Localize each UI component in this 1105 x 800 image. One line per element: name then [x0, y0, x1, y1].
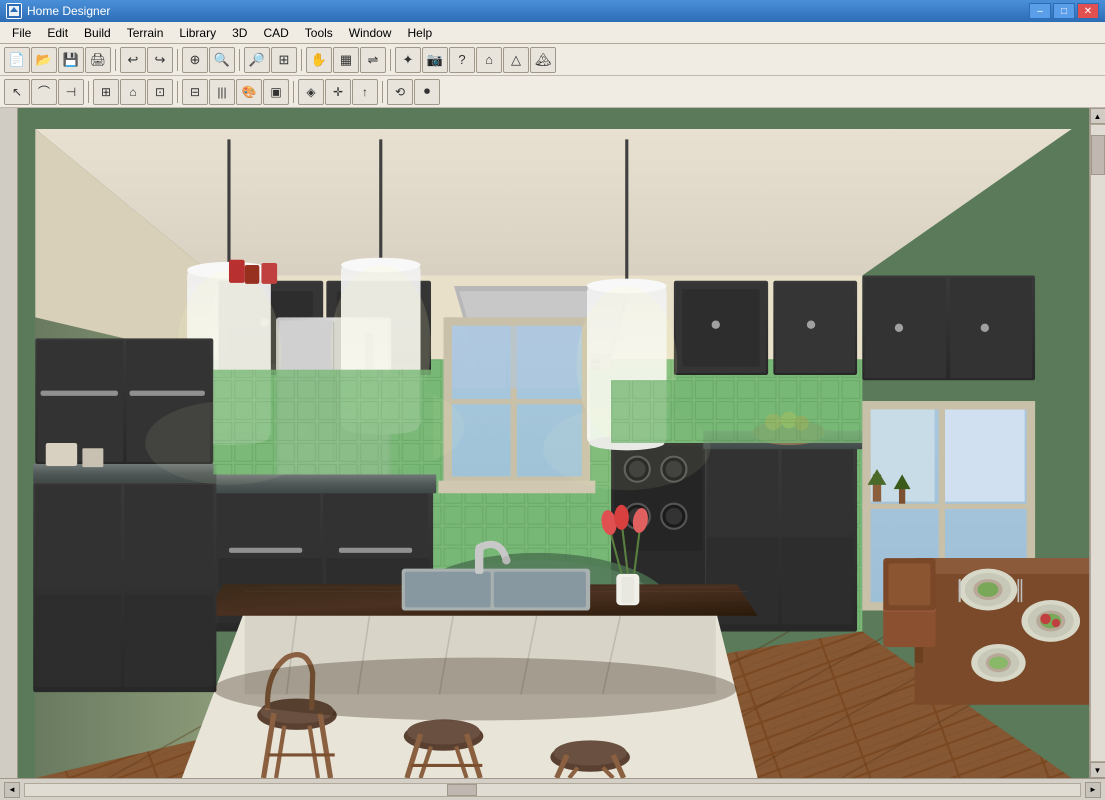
menu-item-help[interactable]: Help: [399, 24, 440, 42]
material-button[interactable]: ▣: [263, 79, 289, 105]
maximize-button[interactable]: □: [1053, 3, 1075, 19]
zoom-in-button[interactable]: 🔍: [209, 47, 235, 73]
menu-item-file[interactable]: File: [4, 24, 39, 42]
room-button[interactable]: ⌂: [120, 79, 146, 105]
door-button[interactable]: ⊡: [147, 79, 173, 105]
toolbar1-separator-8: [239, 49, 240, 71]
select-button[interactable]: ↖: [4, 79, 30, 105]
save-button[interactable]: 💾: [58, 47, 84, 73]
main-area: ▲ ▼: [0, 108, 1105, 778]
scroll-track[interactable]: [1090, 124, 1105, 762]
print-button[interactable]: 🖨: [85, 47, 111, 73]
status-thumb[interactable]: [447, 784, 477, 796]
house-button[interactable]: ⌂: [476, 47, 502, 73]
menu-item-build[interactable]: Build: [76, 24, 119, 42]
canvas-area[interactable]: [18, 108, 1089, 778]
zoom-out-button[interactable]: 🔎: [244, 47, 270, 73]
toolbar1-separator-10: [301, 49, 302, 71]
stair-button[interactable]: ⊟: [182, 79, 208, 105]
open-button[interactable]: 📂: [31, 47, 57, 73]
select-objects-button[interactable]: ▦: [333, 47, 359, 73]
arrow-up-button[interactable]: ↑: [352, 79, 378, 105]
wall-type-button[interactable]: |||: [209, 79, 235, 105]
new-button[interactable]: 📄: [4, 47, 30, 73]
zoom-in-real-button[interactable]: ⊕: [182, 47, 208, 73]
redo-button[interactable]: ↪: [147, 47, 173, 73]
toolbar1-separator-4: [115, 49, 116, 71]
menu-item-edit[interactable]: Edit: [39, 24, 76, 42]
route-button[interactable]: ⇌: [360, 47, 386, 73]
fit-button[interactable]: ⊞: [271, 47, 297, 73]
status-scroll-left[interactable]: ◄: [4, 782, 20, 798]
texture-button[interactable]: ◈: [298, 79, 324, 105]
scroll-down-button[interactable]: ▼: [1090, 762, 1105, 778]
minimize-button[interactable]: –: [1029, 3, 1051, 19]
toolbar-2: ↖⌒⊣ ⊞⌂⊡ ⊟|||🎨▣ ◈✛↑ ⟲⏺: [0, 76, 1105, 108]
menu-item-3d[interactable]: 3D: [224, 24, 255, 42]
pan-button[interactable]: ✋: [306, 47, 332, 73]
transform-button[interactable]: ⟲: [387, 79, 413, 105]
toolbar2-separator-10: [293, 81, 294, 103]
move-button[interactable]: ✛: [325, 79, 351, 105]
left-ruler: [0, 108, 18, 778]
color-button[interactable]: 🎨: [236, 79, 262, 105]
menu-item-tools[interactable]: Tools: [297, 24, 341, 42]
right-scrollbar[interactable]: ▲ ▼: [1089, 108, 1105, 778]
menu-bar: FileEditBuildTerrainLibrary3DCADToolsWin…: [0, 22, 1105, 44]
polyline-button[interactable]: ⌒: [31, 79, 57, 105]
roof-button[interactable]: △: [503, 47, 529, 73]
close-button[interactable]: ✕: [1077, 3, 1099, 19]
menu-item-library[interactable]: Library: [171, 24, 224, 42]
app-icon: [6, 3, 22, 19]
grid-button[interactable]: ⊞: [93, 79, 119, 105]
status-scroll-right[interactable]: ►: [1085, 782, 1101, 798]
toolbar1-separator-13: [390, 49, 391, 71]
undo-button[interactable]: ↩: [120, 47, 146, 73]
window-title: Home Designer: [27, 4, 1029, 18]
toolbar2-separator-6: [177, 81, 178, 103]
record-button[interactable]: ⏺: [414, 79, 440, 105]
toolbar1-separator-6: [177, 49, 178, 71]
status-track[interactable]: [24, 783, 1081, 797]
camera-button[interactable]: 📷: [422, 47, 448, 73]
measure-button[interactable]: ⊣: [58, 79, 84, 105]
window-controls[interactable]: – □ ✕: [1029, 3, 1099, 19]
menu-item-terrain[interactable]: Terrain: [119, 24, 172, 42]
menu-item-cad[interactable]: CAD: [255, 24, 296, 42]
kitchen-scene: [18, 108, 1089, 778]
scroll-up-button[interactable]: ▲: [1090, 108, 1105, 124]
scroll-thumb[interactable]: [1091, 135, 1105, 175]
toolbar-1: 📄📂💾🖨 ↩↪ ⊕🔍 🔎⊞ ✋▦⇌ ✦📷?⌂△🏔: [0, 44, 1105, 76]
terrain-button[interactable]: 🏔: [530, 47, 556, 73]
help-button[interactable]: ?: [449, 47, 475, 73]
status-bar: ◄ ►: [0, 778, 1105, 800]
toolbar2-separator-3: [88, 81, 89, 103]
title-bar: Home Designer – □ ✕: [0, 0, 1105, 22]
toolbar2-separator-13: [382, 81, 383, 103]
menu-item-window[interactable]: Window: [341, 24, 400, 42]
mark-button[interactable]: ✦: [395, 47, 421, 73]
